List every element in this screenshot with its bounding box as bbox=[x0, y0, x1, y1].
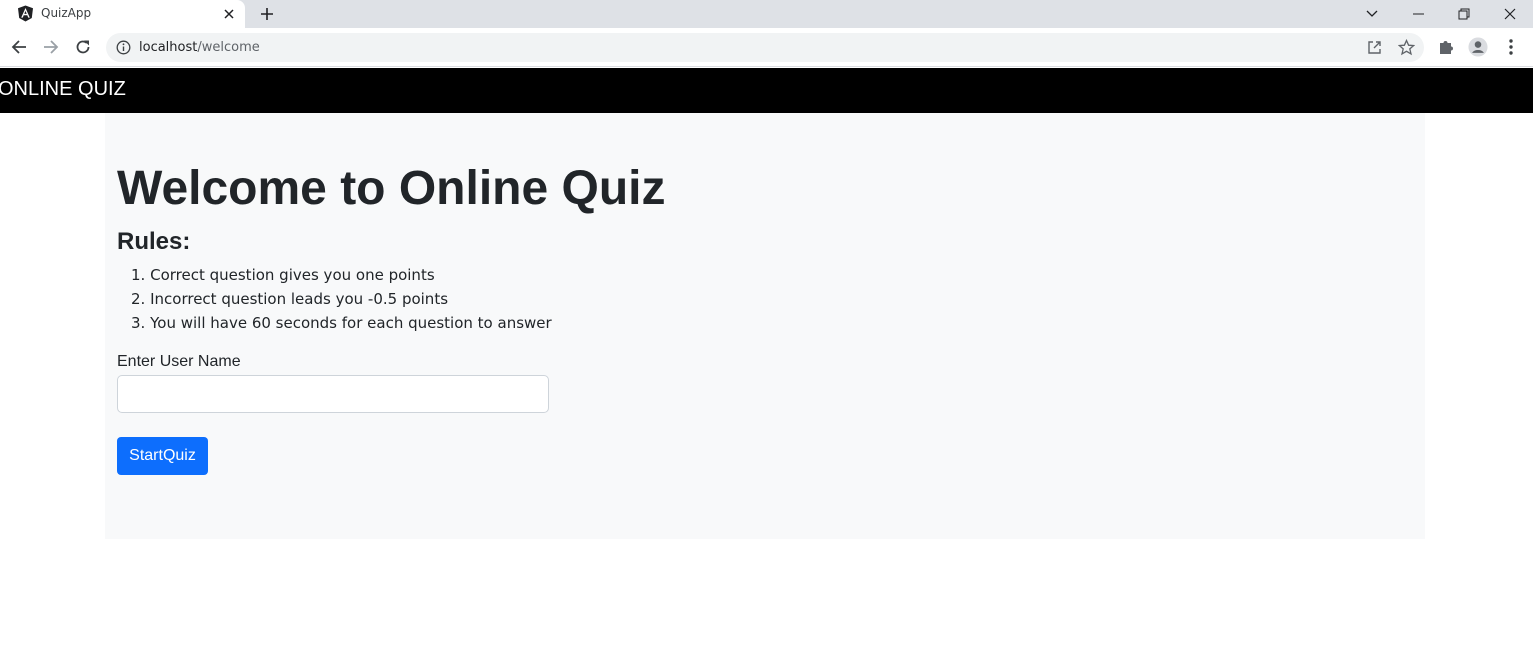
rule-text: You will have 60 seconds for each questi… bbox=[150, 314, 552, 332]
username-input[interactable] bbox=[117, 375, 549, 413]
rules-list: 1. Correct question gives you one points… bbox=[131, 263, 552, 335]
url-text[interactable]: localhost/welcome bbox=[139, 40, 260, 55]
rule-number: 3. bbox=[131, 314, 146, 332]
url-path: /welcome bbox=[197, 40, 260, 55]
star-icon[interactable] bbox=[1397, 38, 1416, 56]
page-title: Welcome to Online Quiz bbox=[117, 162, 666, 215]
reload-icon[interactable] bbox=[72, 36, 94, 58]
browser-tabstrip: QuizApp bbox=[0, 0, 1533, 28]
address-bar[interactable]: localhost/welcome bbox=[106, 33, 1424, 62]
chevron-down-icon[interactable] bbox=[1349, 0, 1395, 28]
info-icon[interactable] bbox=[116, 40, 131, 55]
minimize-icon[interactable] bbox=[1395, 0, 1441, 28]
profile-icon[interactable] bbox=[1468, 37, 1488, 57]
start-quiz-button[interactable]: StartQuiz bbox=[117, 437, 208, 475]
angular-logo-icon bbox=[17, 5, 34, 22]
rule-number: 2. bbox=[131, 290, 146, 308]
close-icon[interactable] bbox=[1487, 0, 1533, 28]
rule-item: 2. Incorrect question leads you -0.5 poi… bbox=[131, 287, 552, 311]
share-icon[interactable] bbox=[1366, 39, 1383, 56]
forward-arrow-icon[interactable] bbox=[40, 36, 62, 58]
welcome-container: Welcome to Online Quiz Rules: 1. Correct… bbox=[105, 113, 1425, 539]
rule-item: 3. You will have 60 seconds for each que… bbox=[131, 311, 552, 335]
plus-icon[interactable] bbox=[256, 3, 278, 25]
puzzle-icon[interactable] bbox=[1436, 37, 1456, 57]
close-icon[interactable] bbox=[221, 6, 237, 22]
rule-text: Correct question gives you one points bbox=[150, 266, 435, 284]
username-label: Enter User Name bbox=[117, 353, 241, 370]
rule-text: Incorrect question leads you -0.5 points bbox=[150, 290, 449, 308]
rule-item: 1. Correct question gives you one points bbox=[131, 263, 552, 287]
browser-tab[interactable]: QuizApp bbox=[0, 0, 245, 28]
rules-heading: Rules: bbox=[117, 228, 191, 255]
tab-title: QuizApp bbox=[41, 6, 92, 20]
navbar-brand[interactable]: ONLINE QUIZ bbox=[0, 78, 126, 101]
restore-icon[interactable] bbox=[1441, 0, 1487, 28]
rule-number: 1. bbox=[131, 266, 146, 284]
app-navbar: ONLINE QUIZ bbox=[0, 68, 1533, 113]
kebab-menu-icon[interactable] bbox=[1501, 37, 1521, 57]
url-host: localhost bbox=[139, 40, 198, 55]
browser-toolbar: localhost/welcome bbox=[0, 28, 1533, 67]
back-arrow-icon[interactable] bbox=[8, 36, 30, 58]
